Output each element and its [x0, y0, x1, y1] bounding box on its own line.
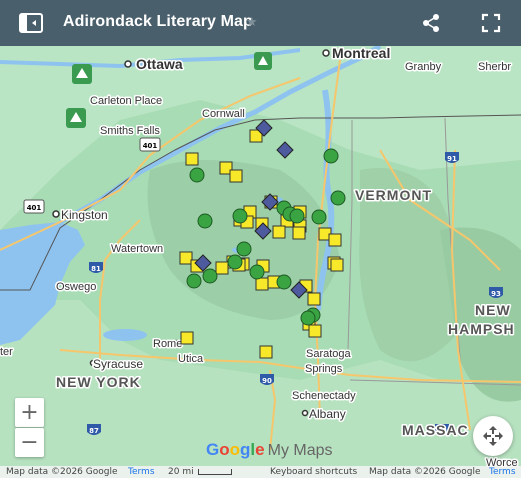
label-utica: Utica	[178, 353, 204, 365]
map-header: Adirondack Literary Map ★	[0, 0, 521, 46]
svg-text:401: 401	[27, 204, 42, 212]
svg-text:93: 93	[491, 290, 501, 298]
scale-bar	[198, 469, 232, 475]
map-marker-square[interactable]	[229, 169, 243, 183]
map-marker-square[interactable]	[215, 261, 229, 275]
map-marker-square[interactable]	[185, 152, 199, 166]
map-marker-circle[interactable]	[232, 208, 248, 224]
map-marker-circle[interactable]	[236, 241, 252, 257]
pan-control-icon[interactable]	[473, 416, 513, 456]
label-saratoga: Saratoga	[306, 348, 352, 360]
svg-text:87: 87	[89, 427, 99, 435]
drawer-icon[interactable]	[19, 11, 43, 35]
map-marker-circle[interactable]	[300, 310, 316, 326]
label-granby: Granby	[405, 61, 442, 73]
label-new-york: NEW YORK	[56, 374, 141, 390]
map-marker-circle[interactable]	[289, 208, 305, 224]
label-cornwall: Cornwall	[202, 108, 245, 120]
label-ottawa: Ottawa	[136, 56, 183, 72]
map-marker-square[interactable]	[328, 233, 342, 247]
label-kingston: Kingston	[61, 208, 108, 222]
map-marker-square[interactable]	[259, 345, 273, 359]
star-icon[interactable]: ★	[246, 14, 258, 30]
map-marker-circle[interactable]	[227, 254, 243, 270]
label-montreal: Montreal	[332, 46, 390, 61]
park-icon	[254, 52, 272, 70]
map-marker-square[interactable]	[179, 251, 193, 265]
map-data-attribution: Map data ©2026 Google	[6, 467, 118, 477]
label-watertown: Watertown	[111, 243, 163, 255]
map-marker-circle[interactable]	[189, 167, 205, 183]
terms-link[interactable]: Terms	[128, 466, 155, 478]
map-marker-circle[interactable]	[249, 264, 265, 280]
label-vermont: VERMONT	[355, 187, 432, 203]
label-oswego: Oswego	[56, 281, 96, 293]
svg-text:91: 91	[447, 155, 457, 163]
share-icon[interactable]	[419, 11, 443, 35]
label-carleton-place: Carleton Place	[90, 95, 162, 107]
hwy-81-shield: 81	[89, 262, 103, 273]
label-rochester-stub: ter	[0, 346, 13, 358]
map-marker-square[interactable]	[272, 225, 286, 239]
label-rome: Rome	[153, 338, 182, 350]
label-syracuse: Syracuse	[93, 357, 143, 371]
hwy-93-shield: 93	[489, 287, 503, 298]
label-new-hampshire-2: HAMPSH	[448, 321, 515, 337]
label-massachusetts: MASSAC	[402, 422, 469, 438]
map-marker-circle[interactable]	[330, 190, 346, 206]
map-marker-square[interactable]	[307, 292, 321, 306]
fullscreen-icon[interactable]	[479, 11, 503, 35]
park-icon	[66, 108, 86, 128]
map-marker-square[interactable]	[180, 331, 194, 345]
map-marker-circle[interactable]	[197, 213, 213, 229]
label-schenectady: Schenectady	[292, 390, 356, 402]
terms-link[interactable]: Terms	[489, 466, 516, 478]
map-marker-circle[interactable]	[276, 274, 292, 290]
label-albany: Albany	[309, 407, 346, 421]
park-icon	[72, 64, 92, 84]
map-marker-square[interactable]	[255, 277, 269, 291]
zoom-out-button[interactable]: −	[15, 428, 44, 457]
map-marker-circle[interactable]	[202, 268, 218, 284]
google-my-maps-logo: Google My Maps	[206, 440, 333, 459]
svg-text:90: 90	[262, 377, 272, 385]
map-data-attribution: Map data ©2026 Google	[369, 467, 481, 477]
map-marker-circle[interactable]	[323, 148, 339, 164]
zoom-in-button[interactable]: +	[15, 398, 44, 427]
map-marker-square[interactable]	[330, 258, 344, 272]
map-footer: Map data ©2026 Google Terms 20 mi Keyboa…	[0, 466, 521, 478]
map-canvas[interactable]: 401 401 81 90 91 93 87 89 Ottawa Montrea…	[0, 46, 521, 478]
keyboard-shortcuts-link[interactable]: Keyboard shortcuts	[270, 466, 357, 478]
hwy-90-shield: 90	[260, 374, 274, 385]
map-marker-square[interactable]	[308, 324, 322, 338]
map-title: Adirondack Literary Map	[63, 13, 253, 30]
scale-label: 20 mi	[168, 467, 194, 477]
svg-text:401: 401	[143, 142, 158, 150]
label-new-hampshire-1: NEW	[475, 302, 511, 318]
label-smiths-falls: Smiths Falls	[100, 125, 160, 137]
hwy-91-shield: 91	[445, 152, 459, 163]
map-marker-square[interactable]	[292, 226, 306, 240]
label-sherbrooke: Sherbr	[478, 61, 511, 73]
label-springs: Springs	[305, 363, 343, 375]
svg-text:81: 81	[91, 265, 101, 273]
hwy-401-shield: 401	[139, 137, 161, 152]
map-marker-circle[interactable]	[186, 273, 202, 289]
hwy-401-shield: 401	[23, 199, 45, 214]
map-marker-circle[interactable]	[311, 209, 327, 225]
hwy-87-shield: 87	[87, 424, 101, 435]
